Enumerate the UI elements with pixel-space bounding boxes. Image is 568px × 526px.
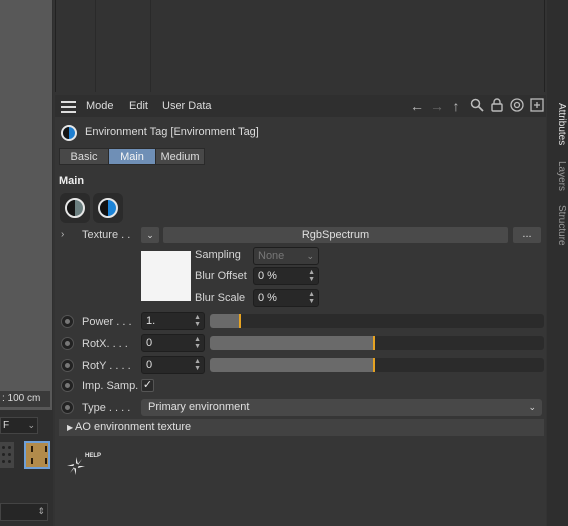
preset-button-blue[interactable]: [93, 193, 123, 223]
stepper-icon[interactable]: ▲ ▼: [308, 269, 315, 283]
rotx-value: 0: [146, 337, 153, 349]
slider-fill: [210, 314, 241, 328]
chevron-down-icon: ⌄: [528, 402, 536, 412]
tab-basic[interactable]: Basic: [59, 148, 109, 165]
imp-samp-animate-radio[interactable]: [61, 379, 74, 392]
texture-dropdown[interactable]: ⌄: [141, 227, 159, 243]
environment-tag-icon: [61, 125, 77, 141]
power-slider[interactable]: [210, 314, 544, 328]
environment-blue-icon: [98, 198, 118, 218]
chevron-down-icon: ⌄: [146, 230, 154, 240]
rotx-label: RotX. . . .: [82, 338, 128, 350]
slider-handle[interactable]: [239, 314, 242, 328]
side-tab-attributes[interactable]: Attributes: [549, 98, 567, 150]
right-tab-strip: [547, 0, 568, 526]
new-panel-icon[interactable]: [529, 98, 545, 114]
rotx-slider[interactable]: [210, 336, 544, 350]
arrow-left-icon[interactable]: ←: [409, 98, 425, 114]
roty-field[interactable]: 0 ▲ ▼: [141, 356, 205, 374]
type-animate-radio[interactable]: [61, 401, 74, 414]
help-logo[interactable]: HELP: [63, 453, 103, 483]
left-strip: : 100 cm F ⌄ ⇕: [0, 0, 53, 526]
sampling-label: Sampling: [195, 249, 241, 261]
blur-scale-field[interactable]: 0 % ▲ ▼: [253, 289, 319, 307]
ao-environment-group[interactable]: ▶ AO environment texture: [59, 419, 544, 436]
blur-scale-label: Blur Scale: [195, 292, 246, 304]
column-divider: [150, 0, 151, 92]
menu-mode[interactable]: Mode: [86, 100, 114, 112]
search-icon[interactable]: [469, 98, 485, 114]
ao-environment-label: AO environment texture: [75, 421, 192, 433]
blur-scale-value: 0 %: [258, 292, 277, 304]
tag-title: Environment Tag [Environment Tag]: [85, 126, 259, 138]
arrow-up-icon[interactable]: ↑: [448, 98, 464, 114]
texture-shader-button[interactable]: RgbSpectrum: [163, 227, 508, 243]
imp-samp-label: Imp. Samp.: [82, 380, 139, 392]
viewport[interactable]: [0, 0, 52, 410]
blur-offset-field[interactable]: 0 % ▲ ▼: [253, 267, 319, 285]
slider-fill: [210, 358, 374, 372]
tab-medium[interactable]: Medium: [155, 148, 205, 165]
hamburger-menu-icon[interactable]: [61, 101, 76, 113]
side-tab-layers[interactable]: Layers: [549, 160, 567, 192]
menu-user-data[interactable]: User Data: [162, 100, 212, 112]
arrow-right-icon[interactable]: →: [429, 98, 445, 114]
menubar: Mode Edit User Data ← → ↑: [55, 95, 546, 117]
stepper-icon[interactable]: ▲ ▼: [194, 336, 201, 350]
type-dropdown[interactable]: Primary environment ⌄: [141, 399, 542, 416]
chevron-right-icon[interactable]: ›: [61, 229, 64, 240]
roty-label: RotY . . . .: [82, 360, 131, 372]
lock-icon[interactable]: [489, 98, 505, 114]
texture-label: Texture . .: [82, 229, 131, 241]
tab-main[interactable]: Main: [108, 148, 156, 165]
type-label: Type . . . .: [82, 402, 131, 414]
type-value: Primary environment: [148, 401, 250, 413]
slider-handle[interactable]: [372, 358, 375, 372]
stepper-icon[interactable]: ▲ ▼: [308, 291, 315, 305]
power-value: 1.: [146, 315, 156, 327]
scale-readout: : 100 cm: [0, 391, 50, 407]
triangle-right-icon: ▶: [67, 423, 74, 432]
blur-offset-label: Blur Offset: [195, 270, 247, 282]
preset-button-gray[interactable]: [60, 193, 90, 223]
slider-handle[interactable]: [372, 336, 375, 350]
grid-icon[interactable]: [0, 442, 14, 468]
column-divider: [95, 0, 96, 92]
stepper-icon[interactable]: ▲ ▼: [194, 358, 201, 372]
help-label: HELP: [85, 453, 102, 459]
rotx-animate-radio[interactable]: [61, 337, 74, 350]
object-manager-panel: [55, 0, 545, 92]
menu-edit[interactable]: Edit: [129, 100, 148, 112]
left-dropdown-2[interactable]: ⇕: [0, 503, 48, 521]
rotx-field[interactable]: 0 ▲ ▼: [141, 334, 205, 352]
roty-value: 0: [146, 359, 153, 371]
power-animate-radio[interactable]: [61, 315, 74, 328]
chevron-updown-icon: ⇕: [37, 506, 45, 516]
slider-fill: [210, 336, 374, 350]
imp-samp-checkbox[interactable]: ✓: [141, 379, 154, 392]
left-dropdown[interactable]: F ⌄: [0, 417, 38, 434]
sampling-value: None: [258, 250, 285, 262]
film-icon[interactable]: [24, 441, 50, 469]
section-title: Main: [59, 175, 85, 187]
power-field[interactable]: 1. ▲ ▼: [141, 312, 205, 330]
sampling-dropdown[interactable]: None ⌄: [253, 247, 319, 265]
texture-more-button[interactable]: ...: [513, 227, 541, 243]
texture-preview: [141, 251, 191, 301]
roty-animate-radio[interactable]: [61, 359, 74, 372]
chevron-down-icon: ⌄: [306, 251, 314, 261]
target-icon[interactable]: [509, 98, 525, 114]
left-dropdown-value: F: [3, 420, 10, 431]
roty-slider[interactable]: [210, 358, 544, 372]
blur-offset-value: 0 %: [258, 270, 277, 282]
stepper-icon[interactable]: ▲ ▼: [194, 314, 201, 328]
attribute-manager: Mode Edit User Data ← → ↑ Environment Ta…: [55, 95, 546, 526]
power-label: Power . . .: [82, 316, 132, 328]
side-tab-structure[interactable]: Structure: [549, 203, 567, 247]
environment-gray-icon: [65, 198, 85, 218]
chevron-down-icon: ⌄: [27, 420, 35, 430]
